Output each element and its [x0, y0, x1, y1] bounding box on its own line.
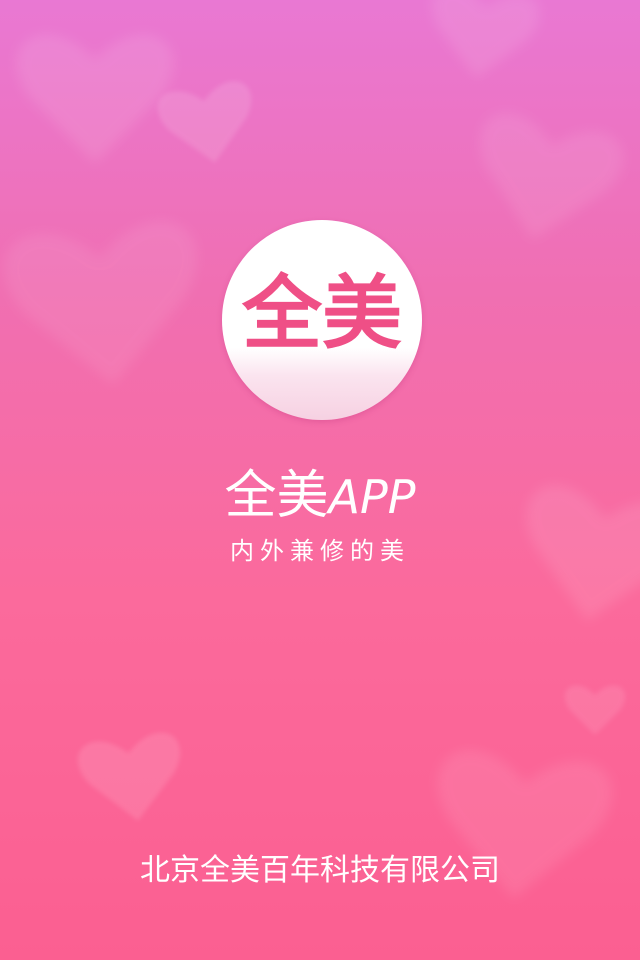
app-name-cn: 全美: [224, 466, 329, 526]
heart-icon: [16, 34, 174, 163]
app-name: 全美APP: [0, 466, 640, 527]
company-name: 北京全美百年科技有限公司: [140, 853, 500, 888]
app-name-latin: APP: [328, 470, 416, 524]
heart-icon: [422, 0, 543, 86]
heart-icon: [461, 107, 629, 255]
heart-icon: [155, 78, 262, 171]
heart-icon: [0, 217, 210, 396]
heart-icon: [75, 730, 189, 828]
splash-screen: 全美 全美APP 内外兼修的美 北京全美百年科技有限公司: [0, 0, 640, 960]
heart-icon: [564, 685, 626, 735]
tagline: 内外兼修的美: [230, 537, 410, 565]
logo-text: 全美: [242, 267, 402, 360]
app-logo: 全美: [222, 220, 422, 420]
